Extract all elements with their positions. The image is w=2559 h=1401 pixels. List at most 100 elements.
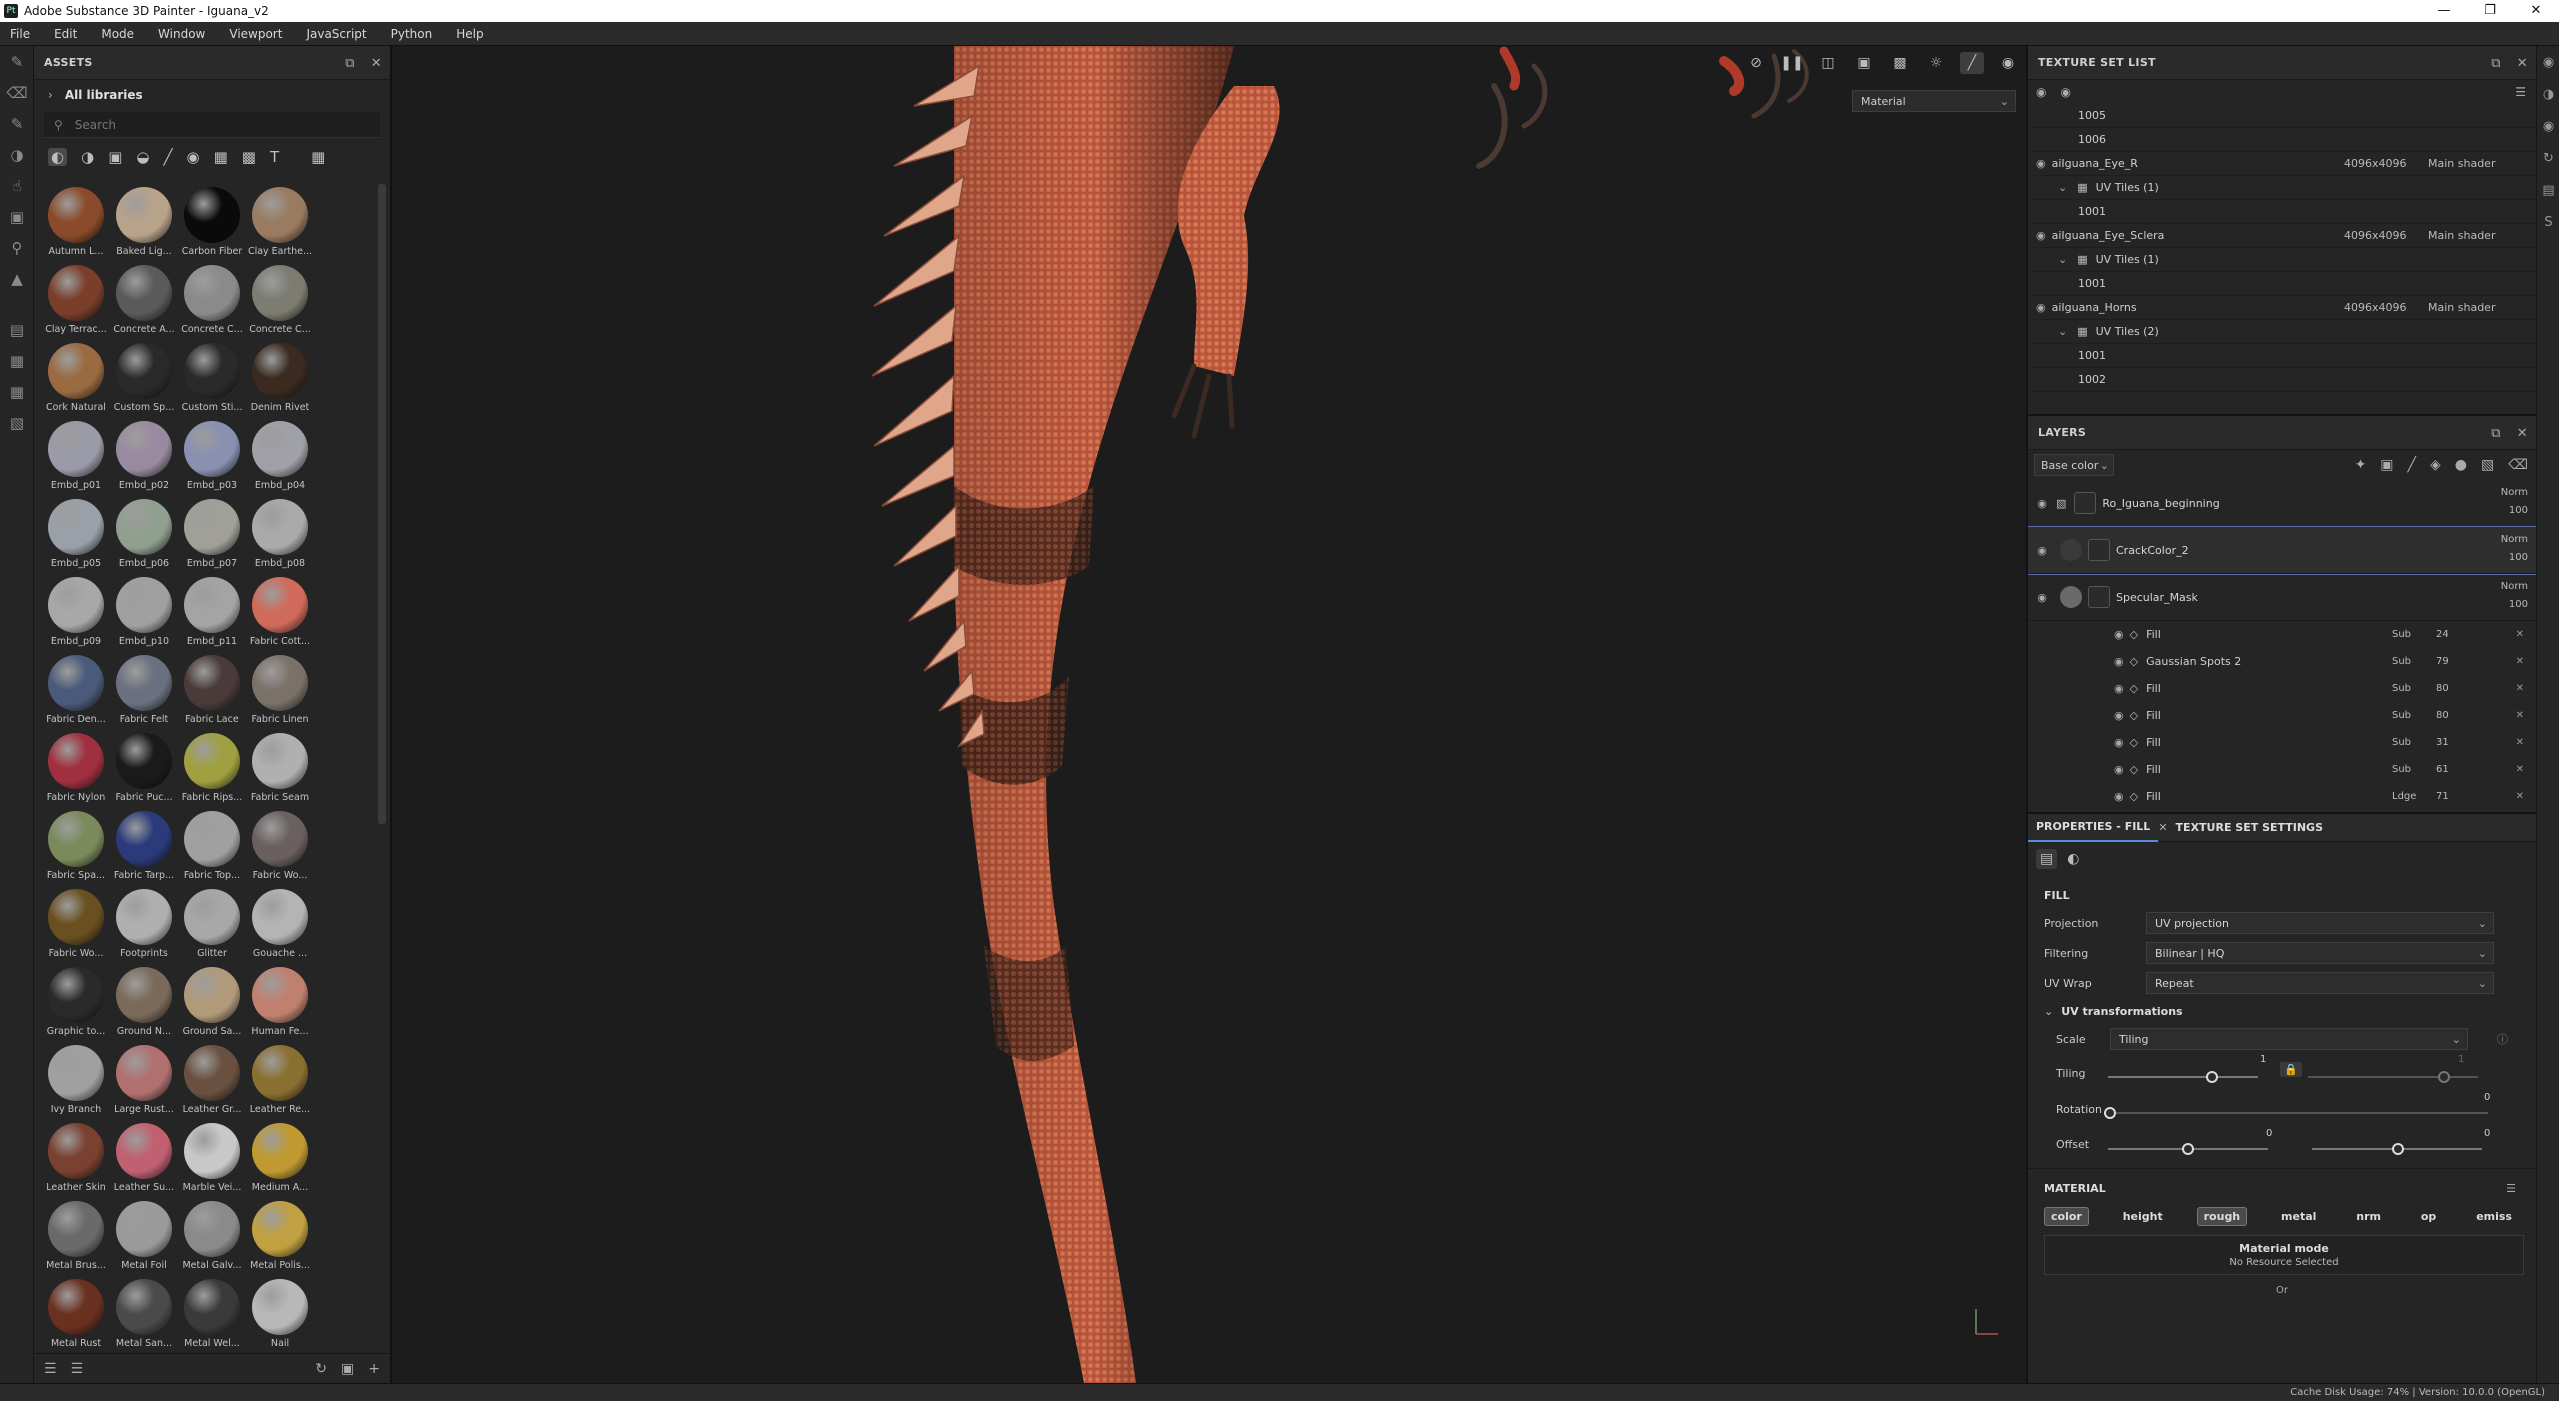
asset-item[interactable]: Denim Rivet [246,340,314,418]
add-folder-icon[interactable]: ▧ [2481,457,2494,473]
viewport-3d[interactable]: ⊘ ❚❚ ◫ ▣ ▩ ☼ ╱ ◉ Material ⌄ [394,46,2026,1383]
texture-set-row-tile[interactable]: 1001 [2028,200,2536,224]
close-icon[interactable]: ✕ [2517,56,2528,71]
asset-item[interactable]: Metal Galv... [178,1198,246,1276]
asset-item[interactable]: Embd_p01 [42,418,110,496]
paint-mode-icon[interactable]: ╱ [1960,52,1984,74]
asset-item[interactable]: Fabric Cott... [246,574,314,652]
asset-item[interactable]: Ground N... [110,964,178,1042]
offset-x-slider[interactable] [2108,1143,2268,1155]
material-mode-box[interactable]: Material mode No Resource Selected [2044,1235,2524,1275]
offset-y-slider-knob[interactable] [2392,1143,2404,1155]
menu-window[interactable]: Window [158,27,205,41]
substance-icon[interactable]: S [2537,206,2559,238]
close-icon[interactable]: ✕ [2158,821,2167,834]
projection-icon[interactable]: ✎ [0,108,34,139]
layer-row[interactable]: ◉ ▧ Ro_Iguana_beginning Norm 100 [2028,480,2536,527]
refresh-icon[interactable]: ↻ [315,1361,327,1377]
asset-item[interactable]: Custom Sti... [178,340,246,418]
texture-set-row-tile[interactable]: 1001 [2028,344,2536,368]
menu-edit[interactable]: Edit [54,27,77,41]
tab-texture-set-settings[interactable]: TEXTURE SET SETTINGS [2168,814,2331,842]
assets-scrollbar[interactable] [378,184,386,824]
log-icon[interactable]: ▤ [2537,174,2559,206]
tiling-slider-2-knob[interactable] [2438,1071,2450,1083]
maximize-icon[interactable]: ❐ [2467,0,2513,22]
asset-item[interactable]: Embd_p06 [110,496,178,574]
asset-item[interactable]: Leather Skin [42,1120,110,1198]
asset-item[interactable]: Nail [246,1276,314,1349]
asset-item[interactable]: Concrete C... [178,262,246,340]
texture-set-row-tile[interactable]: 1001 [2028,272,2536,296]
material-properties-icon[interactable]: ◐ [2067,851,2079,867]
asset-item[interactable]: Embd_p04 [246,418,314,496]
asset-item[interactable]: Baked Lig... [110,184,178,262]
eye-icon[interactable]: ◉ [2036,157,2046,170]
screenshot-icon[interactable]: ◉ [1996,52,2020,74]
asset-item[interactable]: Leather Su... [110,1120,178,1198]
filter-text-icon[interactable]: T [270,148,279,166]
lock-icon[interactable]: 🔒 [2280,1062,2302,1077]
effect-row[interactable]: ◉ ◇ Fill Sub 61 ✕ [2028,756,2536,783]
remove-effect-icon[interactable]: ✕ [2516,764,2524,775]
eye-icon[interactable]: ◉ [2114,790,2124,803]
asset-item[interactable]: Gouache ... [246,886,314,964]
asset-item[interactable]: Metal Rust [42,1276,110,1349]
history-icon[interactable]: ↻ [2537,142,2559,174]
channel-button-rough[interactable]: rough [2196,1206,2248,1226]
viewport-mode-select[interactable]: Material ⌄ [1852,90,2016,112]
asset-item[interactable]: Metal San... [110,1276,178,1349]
filter-textures-icon[interactable]: ▦ [214,148,228,166]
asset-item[interactable]: Fabric Spa... [42,808,110,886]
layer-blend-mode[interactable]: Norm [2501,581,2528,592]
undock-icon[interactable]: ⧉ [345,56,355,71]
rotation-slider[interactable] [2104,1107,2488,1119]
texture-set-row-tile[interactable]: 1005 [2028,104,2536,128]
channel-select[interactable]: Base color ⌄ [2034,454,2114,476]
asset-item[interactable]: Human Fe... [246,964,314,1042]
offset-x-slider-knob[interactable] [2182,1143,2194,1155]
tab-properties-fill[interactable]: PROPERTIES - FILL [2028,814,2159,842]
eye-icon[interactable]: ◉ [2060,85,2070,99]
channel-button-op[interactable]: op [2415,1208,2442,1225]
layer-blend-mode[interactable]: Norm [2501,534,2528,545]
remove-effect-icon[interactable]: ✕ [2516,683,2524,694]
visibility-icon[interactable]: ◉ [2036,85,2046,99]
grid-view-icon[interactable]: ▦ [311,148,325,166]
viewport-settings-icon[interactable]: ◉ [2537,46,2559,78]
effect-row[interactable]: ◉ ◇ Fill Sub 31 ✕ [2028,729,2536,756]
asset-item[interactable]: Embd_p07 [178,496,246,574]
add-mask-icon[interactable]: ▣ [2380,457,2393,473]
library-selector[interactable]: › All libraries [34,80,390,110]
add-icon[interactable]: + [368,1361,380,1377]
rotation-slider-knob[interactable] [2104,1107,2116,1119]
asset-item[interactable]: Embd_p02 [110,418,178,496]
uv-transformations-toggle[interactable]: ⌄ UV transformations [2028,998,2536,1024]
filter-procedurals-icon[interactable]: ◉ [187,148,200,166]
asset-item[interactable]: Fabric Lace [178,652,246,730]
eraser-icon[interactable]: ⌫ [0,77,34,108]
asset-item[interactable]: Fabric Wo... [42,886,110,964]
asset-item[interactable]: Fabric Nylon [42,730,110,808]
lighting-icon[interactable]: ☼ [1924,52,1948,74]
settings-menu-icon[interactable]: ☰ [2515,85,2526,99]
menu-viewport[interactable]: Viewport [229,27,282,41]
texture-set-row-set[interactable]: ◉ aiIguana_Eye_Sclera 4096x4096 Main shader [2028,224,2536,248]
effect-opacity[interactable]: 31 [2436,737,2449,748]
clone-icon[interactable]: ▣ [0,201,34,232]
menu-help[interactable]: Help [456,27,483,41]
shader-settings-icon[interactable]: ◉ [2537,110,2559,142]
texture-set-row-tile[interactable]: 1006 [2028,128,2536,152]
filtering-select[interactable]: Bilinear | HQ ⌄ [2146,942,2494,964]
asset-item[interactable]: Metal Wel... [178,1276,246,1349]
list-view-icon[interactable]: ☰ [44,1361,57,1377]
undock-icon[interactable]: ⧉ [2491,56,2501,71]
texture-set-row-tile[interactable]: 1002 [2028,368,2536,392]
effect-opacity[interactable]: 80 [2436,710,2449,721]
tiling-slider-knob[interactable] [2206,1071,2218,1083]
asset-item[interactable]: Fabric Wo... [246,808,314,886]
camera-icon[interactable]: ▩ [1888,52,1912,74]
channel-button-color[interactable]: color [2044,1206,2089,1226]
eye-icon[interactable]: ◉ [2028,497,2056,510]
effect-opacity[interactable]: 71 [2436,791,2449,802]
